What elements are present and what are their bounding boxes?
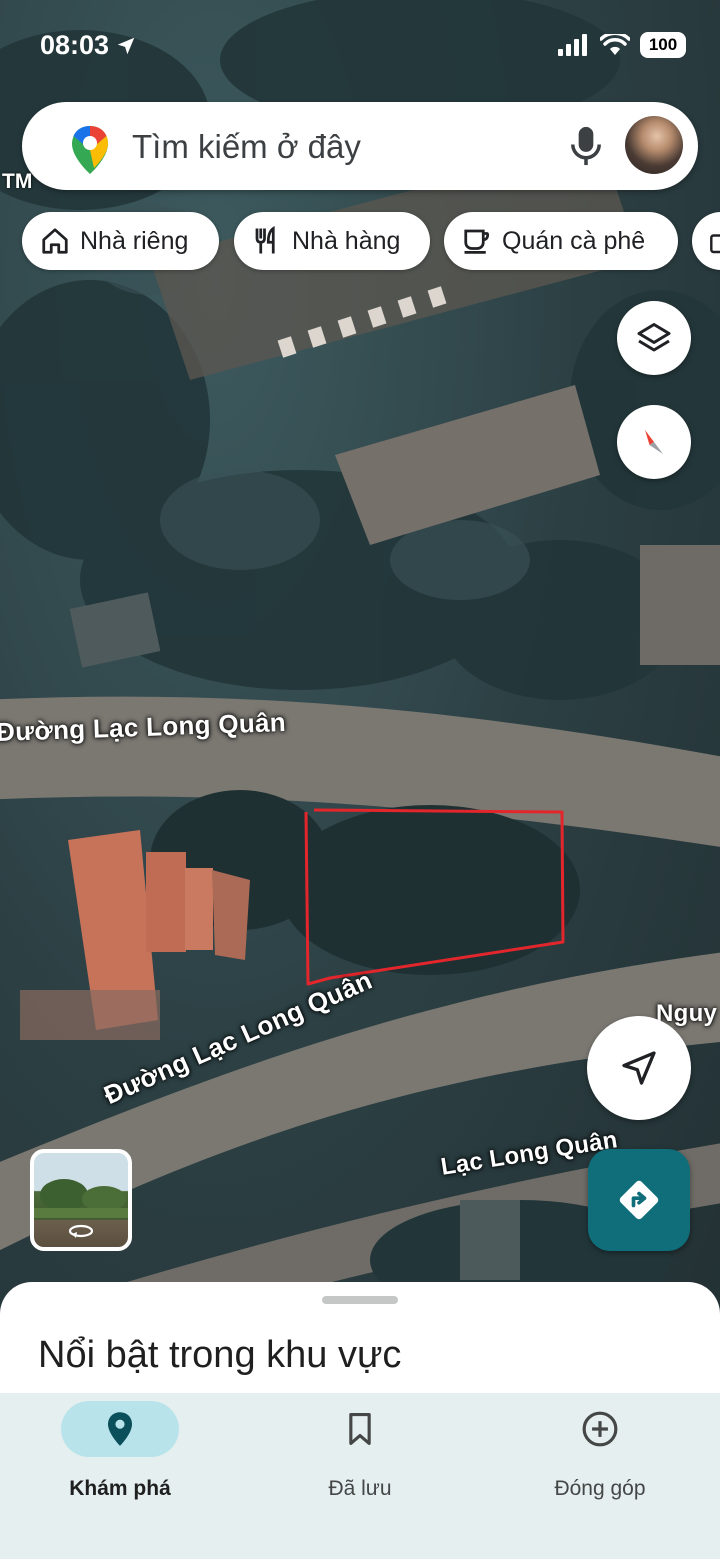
layers-button[interactable] — [617, 301, 691, 375]
nav-contribute[interactable]: Đóng góp — [480, 1393, 720, 1559]
location-arrow-icon — [117, 37, 135, 54]
nav-label: Đóng góp — [554, 1477, 646, 1500]
chip-label: Nhà hàng — [292, 226, 401, 255]
nav-pill — [301, 1401, 419, 1457]
coffee-icon — [464, 229, 490, 254]
wifi-icon — [600, 34, 630, 55]
layers-icon — [637, 323, 671, 352]
search-input[interactable]: Tìm kiếm ở đây — [132, 128, 361, 166]
status-bar: 08:03 100 — [0, 0, 720, 92]
search-bar[interactable]: Tìm kiếm ở đây — [22, 102, 698, 190]
nav-label: Đã lưu — [328, 1477, 392, 1500]
my-location-button[interactable] — [587, 1016, 691, 1120]
chip-home[interactable]: Nhà riêng — [22, 212, 219, 270]
shopping-icon — [710, 234, 720, 254]
nav-pill — [541, 1401, 659, 1457]
profile-avatar[interactable] — [625, 116, 683, 174]
directions-button[interactable] — [588, 1149, 690, 1251]
location-pin-icon — [108, 1412, 132, 1446]
home-icon — [42, 228, 68, 254]
bottom-navigation: Khám phá Đã lưu Đóng góp — [0, 1393, 720, 1559]
map-label-tm: TM — [2, 170, 33, 193]
bookmark-icon — [349, 1413, 371, 1445]
clock: 08:03 — [40, 30, 110, 60]
nav-pill — [61, 1401, 179, 1457]
directions-icon — [619, 1180, 659, 1220]
add-circle-icon — [582, 1411, 618, 1447]
google-maps-logo-icon — [72, 126, 108, 174]
nav-explore[interactable]: Khám phá — [0, 1393, 240, 1559]
chip-label: Nhà riêng — [80, 226, 189, 255]
rotate-360-icon — [68, 1224, 94, 1238]
street-view-thumbnail[interactable] — [30, 1149, 132, 1251]
nav-label: Khám phá — [69, 1477, 171, 1500]
status-icons: 100 — [558, 32, 686, 58]
battery-indicator: 100 — [640, 32, 686, 58]
navigation-arrow-icon — [622, 1051, 656, 1085]
signal-icon — [558, 34, 587, 56]
chip-label: Quán cà phê — [502, 226, 646, 255]
chip-restaurants[interactable]: Nhà hàng — [234, 212, 430, 270]
compass-icon — [645, 430, 663, 454]
compass-button[interactable] — [617, 405, 691, 479]
chip-coffee[interactable]: Quán cà phê — [444, 212, 678, 270]
status-time: 08:03 — [40, 30, 137, 61]
microphone-icon[interactable] — [568, 124, 604, 168]
sheet-drag-handle[interactable] — [322, 1296, 398, 1304]
sheet-title: Nổi bật trong khu vực — [38, 1334, 402, 1376]
restaurant-icon — [255, 226, 275, 254]
nav-saved[interactable]: Đã lưu — [240, 1393, 480, 1559]
